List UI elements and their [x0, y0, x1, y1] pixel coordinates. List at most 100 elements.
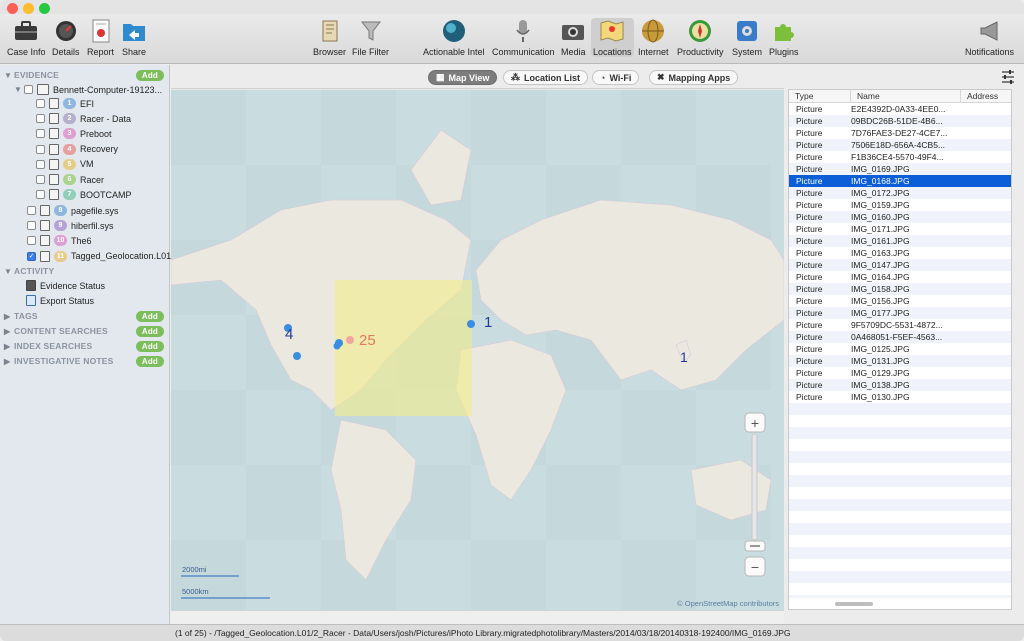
disclosure-triangle-icon[interactable]: ▼ [4, 267, 14, 276]
table-row[interactable]: Picture IMG_0163.JPG [789, 247, 1011, 259]
tab-mapping-apps[interactable]: ✖ Mapping Apps [649, 70, 739, 85]
evidence-file-item[interactable]: 8 pagefile.sys [0, 203, 170, 218]
table-row[interactable]: Picture IMG_0169.JPG [789, 163, 1011, 175]
location-marker-selected[interactable] [346, 336, 354, 344]
column-header-type[interactable]: Type [789, 90, 851, 103]
location-marker[interactable] [467, 320, 475, 328]
table-row[interactable]: Picture IMG_0168.JPG [789, 175, 1011, 187]
add-note-button[interactable]: Add [135, 355, 164, 367]
table-row[interactable]: Picture F1B36CE4-5570-49F4... [789, 151, 1011, 163]
table-row[interactable]: Picture IMG_0172.JPG [789, 187, 1011, 199]
report-button[interactable]: Report [87, 18, 114, 57]
checkbox[interactable] [36, 144, 45, 154]
table-row[interactable]: Picture IMG_0138.JPG [789, 379, 1011, 391]
file-filter-button[interactable]: File Filter [352, 18, 389, 57]
evidence-file-item[interactable]: 9 hiberfil.sys [0, 218, 170, 233]
column-header-name[interactable]: Name [851, 90, 961, 103]
table-row[interactable]: Picture IMG_0161.JPG [789, 235, 1011, 247]
table-row[interactable]: Picture IMG_0156.JPG [789, 295, 1011, 307]
table-row[interactable] [789, 427, 1011, 439]
table-row[interactable]: Picture IMG_0171.JPG [789, 223, 1011, 235]
checkbox[interactable] [27, 236, 36, 246]
add-evidence-button[interactable]: Add [135, 69, 164, 81]
tab-map-view[interactable]: ▦ Map View [428, 70, 498, 85]
internet-button[interactable]: Internet [638, 18, 669, 57]
horizontal-scrollbar[interactable] [835, 602, 873, 606]
share-button[interactable]: Share [122, 18, 146, 57]
table-row[interactable]: Picture 7506E18D-656A-4CB5... [789, 139, 1011, 151]
table-row[interactable] [789, 475, 1011, 487]
close-window-button[interactable] [7, 3, 18, 14]
table-row[interactable] [789, 487, 1011, 499]
productivity-button[interactable]: Productivity [677, 18, 724, 57]
checkbox[interactable] [27, 221, 36, 231]
tab-location-list[interactable]: ⁂ Location List [503, 70, 588, 85]
add-index-search-button[interactable]: Add [135, 340, 164, 352]
table-row[interactable] [789, 583, 1011, 595]
media-button[interactable]: Media [561, 18, 586, 57]
checkbox[interactable] [27, 206, 36, 215]
table-row[interactable]: Picture 09BDC26B-51DE-4B6... [789, 115, 1011, 127]
table-row[interactable] [789, 535, 1011, 547]
export-status-item[interactable]: Export Status [0, 293, 170, 308]
locations-button[interactable]: Locations [591, 18, 634, 57]
checkbox[interactable] [36, 114, 45, 124]
evidence-item[interactable]: 7 BOOTCAMP [0, 187, 170, 202]
disclosure-triangle-icon[interactable]: ▶ [4, 327, 14, 336]
case-info-button[interactable]: Case Info [7, 18, 46, 57]
actionable-intel-button[interactable]: Actionable Intel [423, 18, 485, 57]
table-row[interactable]: Picture IMG_0158.JPG [789, 283, 1011, 295]
location-heat-region[interactable] [335, 280, 472, 416]
table-row[interactable]: Picture 7D76FAE3-DE27-4CE7... [789, 127, 1011, 139]
disclosure-triangle-icon[interactable]: ▶ [4, 312, 14, 321]
checkbox[interactable] [36, 99, 45, 108]
checkbox[interactable] [36, 159, 45, 169]
table-row[interactable]: Picture IMG_0164.JPG [789, 271, 1011, 283]
table-row[interactable]: Picture 0A468051-F5EF-4563... [789, 331, 1011, 343]
checkbox[interactable] [36, 129, 45, 139]
table-row[interactable] [789, 463, 1011, 475]
communication-button[interactable]: Communication [492, 18, 555, 57]
zoom-window-button[interactable] [39, 3, 50, 14]
tags-section-header[interactable]: ▶ TAGS Add [4, 309, 166, 323]
map-canvas[interactable]: 4 25 1 1 + − 2000mi 5000km © OpenStreetM… [171, 90, 784, 610]
table-row[interactable] [789, 523, 1011, 535]
table-row[interactable] [789, 415, 1011, 427]
table-row[interactable]: Picture IMG_0160.JPG [789, 211, 1011, 223]
table-row[interactable]: Picture E2E4392D-0A33-4EE0... [789, 103, 1011, 115]
checkbox[interactable] [36, 190, 45, 200]
table-row[interactable]: Picture IMG_0147.JPG [789, 259, 1011, 271]
table-row[interactable] [789, 439, 1011, 451]
evidence-item[interactable]: 4 Recovery [0, 142, 170, 157]
activity-section-header[interactable]: ▼ ACTIVITY [4, 264, 166, 278]
computer-row[interactable]: ▼ Bennett-Computer-19123... [0, 82, 170, 97]
evidence-item[interactable]: 3 Preboot [0, 126, 170, 141]
zoom-slider-track[interactable] [751, 433, 758, 541]
cluster-label-west[interactable]: 4 [285, 326, 293, 343]
evidence-item[interactable]: 2 Racer - Data [0, 111, 170, 126]
location-marker[interactable] [293, 352, 301, 360]
browser-button[interactable]: Browser [313, 18, 346, 57]
plugins-button[interactable]: Plugins [769, 18, 799, 57]
table-row[interactable]: Picture IMG_0177.JPG [789, 307, 1011, 319]
evidence-item[interactable]: 6 Racer [0, 172, 170, 187]
table-row[interactable]: Picture 9F5709DC-5531-4872... [789, 319, 1011, 331]
table-row[interactable]: Picture IMG_0131.JPG [789, 355, 1011, 367]
table-row[interactable]: Picture IMG_0125.JPG [789, 343, 1011, 355]
disclosure-triangle-icon[interactable]: ▶ [4, 357, 14, 366]
minimize-window-button[interactable] [23, 3, 34, 14]
cluster-label-japan[interactable]: 1 [680, 349, 688, 365]
filter-settings-icon[interactable] [1001, 69, 1015, 85]
content-searches-section-header[interactable]: ▶ CONTENT SEARCHES Add [4, 324, 166, 338]
evidence-file-item[interactable]: 10 The6 [0, 233, 170, 248]
table-row[interactable] [789, 451, 1011, 463]
column-header-address[interactable]: Address [961, 90, 1011, 103]
checkbox[interactable]: ✓ [27, 251, 36, 261]
table-row[interactable] [789, 571, 1011, 583]
table-row[interactable] [789, 511, 1011, 523]
evidence-item[interactable]: 5 VM [0, 157, 170, 172]
evidence-item[interactable]: 1 EFI [0, 96, 170, 111]
table-row[interactable]: Picture IMG_0129.JPG [789, 367, 1011, 379]
system-button[interactable]: System [732, 18, 762, 57]
table-row[interactable]: Picture IMG_0130.JPG [789, 391, 1011, 403]
